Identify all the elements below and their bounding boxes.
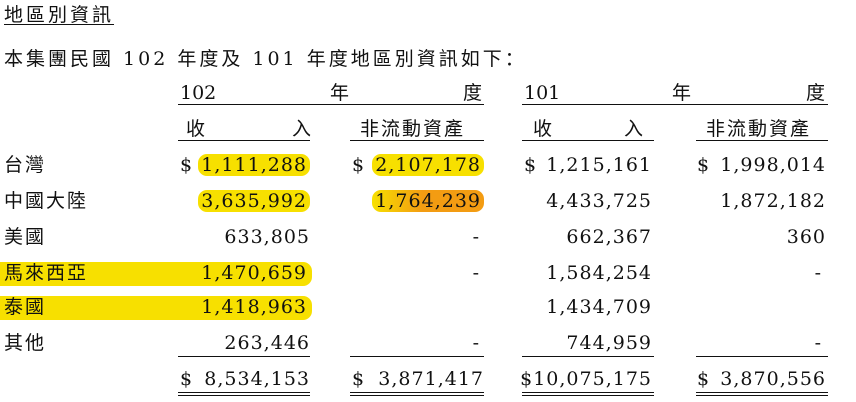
currency-symbol: $ [697,154,710,176]
cell-revenue-101: 744,959 [566,332,652,354]
cell-revenue-101: 4,433,725 [546,190,652,212]
period-year-102: 102 [180,82,217,104]
row-label-usa: 美國 [4,226,47,248]
total-double-line-revenue-102 [178,395,310,396]
period-du-102: 度 [463,82,483,104]
intro-text: 本集團民國 102 年度及 101 年度地區別資訊如下： [4,48,527,70]
total-double-line-assets-101 [696,392,828,393]
period-nian-101: 年 [672,82,692,104]
col-revenue-102-left: 收 [186,118,206,140]
cell-revenue-102: 3,635,992 [198,188,310,214]
period-underline-101 [522,104,828,105]
row-label-malaysia: 馬來西亞 [4,262,89,284]
subtotal-line-revenue-102 [178,356,310,357]
total-revenue-102: 8,534,153 [204,368,310,390]
currency-symbol: $ [524,154,537,176]
total-double-line-revenue-101 [522,392,654,393]
total-double-line-assets-102 [350,395,484,396]
cell-revenue-101: 1,584,254 [546,262,652,284]
row-label-china: 中國大陸 [4,190,89,212]
total-double-line-revenue-101 [522,395,654,396]
col-assets-102-underline [350,140,484,141]
cell-assets-101: 360 [786,226,826,248]
period-du-101: 度 [806,82,826,104]
currency-symbol: $ [352,368,365,390]
col-assets-101-underline [696,140,828,141]
cell-revenue-101: 1,434,709 [546,296,652,318]
currency-symbol: $ [352,154,365,176]
cell-assets-102: - [472,226,480,248]
currency-symbol: $ [697,368,710,390]
cell-revenue-102: 1,418,963 [201,296,307,318]
total-double-line-assets-102 [350,392,484,393]
total-double-line-revenue-102 [178,392,310,393]
cell-assets-101: - [814,332,822,354]
period-nian-102: 年 [330,82,350,104]
cell-revenue-101: 662,367 [566,226,652,248]
cell-revenue-102: 1,111,288 [198,152,310,178]
total-revenue-101: $10,075,175 [520,368,652,390]
row-label-other: 其他 [4,332,47,354]
cell-assets-102: 2,107,178 [372,152,484,178]
col-assets-101: 非流動資產 [706,118,812,140]
cell-assets-102: - [472,332,480,354]
section-title: 地區別資訊 [4,4,115,26]
cell-assets-102: 1,764,239 [372,188,484,214]
subtotal-line-assets-102 [350,356,484,357]
cell-assets-101: 1,872,182 [720,190,826,212]
currency-symbol: $ [180,154,193,176]
subtotal-line-revenue-101 [522,356,654,357]
cell-revenue-101: 1,215,161 [546,154,652,176]
total-assets-102: 3,871,417 [378,368,484,390]
subtotal-line-assets-101 [696,356,828,357]
col-revenue-101-right: 入 [624,118,644,140]
cell-revenue-102: 633,805 [224,226,310,248]
cell-revenue-102: 263,446 [224,332,310,354]
period-underline-102 [178,104,484,105]
col-revenue-102-underline [178,140,310,141]
col-revenue-102-right: 入 [292,118,312,140]
currency-symbol: $ [180,368,193,390]
cell-assets-102: - [472,262,480,284]
total-double-line-assets-101 [696,395,828,396]
cell-assets-101: 1,998,014 [720,154,826,176]
period-year-101: 101 [524,82,561,104]
cell-assets-101: - [814,262,822,284]
row-label-thailand: 泰國 [4,296,47,318]
col-revenue-101-left: 收 [533,118,553,140]
col-revenue-101-underline [522,140,654,141]
row-label-taiwan: 台灣 [4,154,47,176]
cell-revenue-102: 1,470,659 [201,262,307,284]
col-assets-102: 非流動資產 [360,118,466,140]
total-assets-101: 3,870,556 [720,368,826,390]
